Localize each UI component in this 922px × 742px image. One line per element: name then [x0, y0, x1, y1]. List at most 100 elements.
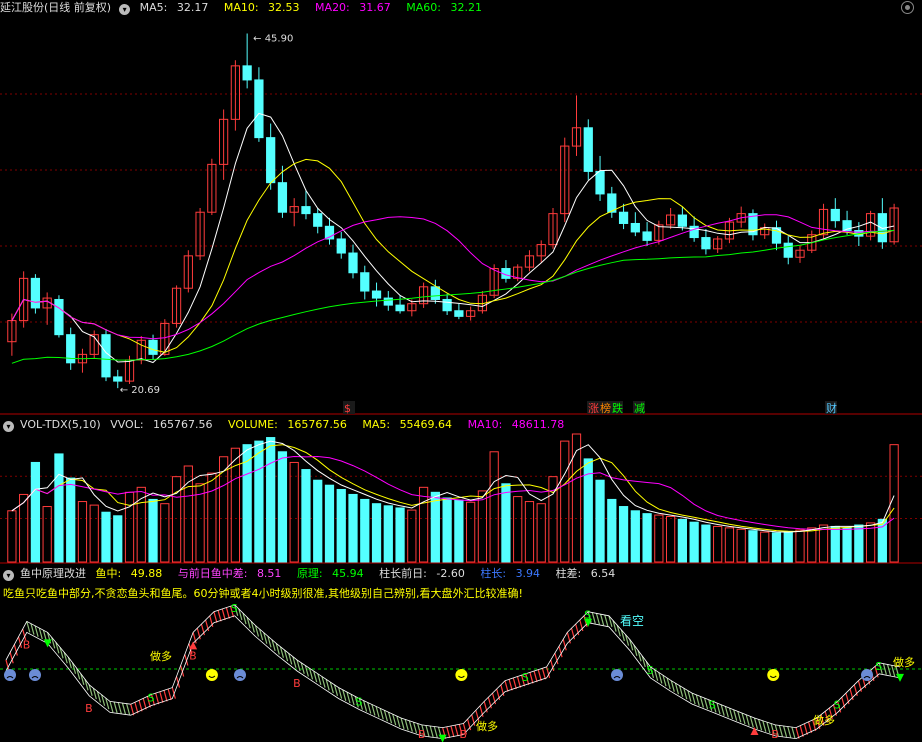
- candle-body: [54, 298, 64, 336]
- candle-body: [442, 298, 452, 312]
- event-marker: 财: [826, 401, 837, 415]
- fish-ribbon-stroke: [749, 716, 754, 728]
- fish-ribbon-stroke: [762, 720, 767, 732]
- ma60-label: MA60:: [406, 1, 441, 14]
- fish-ribbon-stroke: [720, 704, 725, 716]
- chevron-down-icon[interactable]: ▾: [119, 4, 131, 15]
- yuzhong-label: 鱼中:: [95, 567, 122, 580]
- candle-body: [301, 206, 311, 215]
- fish-ribbon-stroke: [745, 714, 750, 726]
- fish-ribbon-stroke: [695, 694, 700, 706]
- volume-bar: [313, 479, 323, 563]
- fish-ribbon-stroke: [155, 692, 160, 705]
- candle-body: [348, 252, 358, 274]
- fish-ribbon-stroke: [741, 712, 746, 725]
- zhuchang-value: 3.94: [515, 567, 541, 580]
- fish-ribbon-stroke: [753, 717, 759, 730]
- fish-ribbon-stroke: [886, 664, 892, 676]
- ma20-line: [11, 214, 895, 340]
- fish-ribbon-stroke: [454, 724, 459, 737]
- fish-lower-line: [5, 615, 901, 740]
- event-marker: 榜: [600, 401, 611, 415]
- low-price-label: ← 20.69: [120, 385, 160, 396]
- sad-face-icon: [29, 669, 41, 681]
- s-signal: S: [231, 602, 238, 615]
- indicator-name: 鱼中原理改进: [20, 567, 86, 580]
- s-signal: S: [148, 692, 155, 705]
- fish-ribbon-stroke: [412, 721, 418, 734]
- zhuchang-prev-label: 柱长前日:: [379, 567, 427, 580]
- volume-bar: [701, 524, 711, 563]
- fish-ribbon-stroke: [699, 696, 704, 708]
- volume-bar: [42, 506, 52, 563]
- volume-bar: [418, 486, 429, 563]
- candle-body: [830, 208, 840, 222]
- volume-bar: [842, 527, 852, 563]
- fish-ribbon-stroke: [371, 704, 376, 716]
- fish-ribbon-stroke: [600, 614, 605, 626]
- volume-bar: [830, 525, 840, 563]
- bearish-label: 看空: [620, 614, 644, 628]
- smiley-icon: [767, 669, 780, 681]
- volume-bar: [30, 461, 41, 563]
- volume-bar: [324, 484, 335, 563]
- ma20-label: MA20:: [315, 1, 350, 14]
- candle-body: [383, 297, 393, 306]
- bullish-label: 做多: [476, 719, 498, 733]
- zhuchang-prev-value: -2.60: [436, 567, 465, 580]
- fish-ribbon-stroke: [404, 719, 409, 731]
- fish-ribbon-stroke: [367, 702, 372, 714]
- volume-bar: [113, 515, 123, 563]
- fish-ribbon-stroke: [724, 706, 729, 718]
- fish-ribbon-stroke: [429, 725, 434, 738]
- vvol-label: VVOL:: [110, 418, 144, 431]
- fish-ribbon-stroke: [159, 691, 164, 703]
- fish-ribbon-stroke: [450, 725, 455, 738]
- volume-bar: [489, 451, 499, 563]
- candle-body: [254, 79, 264, 139]
- candle-body: [360, 272, 370, 292]
- fish-ribbon-stroke: [778, 725, 783, 737]
- volume-label: VOLUME:: [228, 418, 278, 431]
- stock-name: 延江股份(日线 前复权): [0, 1, 112, 14]
- chevron-down-icon[interactable]: ▾: [3, 421, 14, 432]
- vol-ma5-value: 55469.64: [399, 418, 453, 431]
- fish-ribbon-stroke: [142, 698, 147, 710]
- volume-bar: [536, 503, 546, 563]
- volume-bar: [336, 488, 346, 563]
- fish-ribbon-stroke: [791, 726, 796, 739]
- volume-bar: [524, 501, 535, 563]
- chevron-down-icon[interactable]: ▾: [3, 570, 14, 581]
- volume-bar: [854, 524, 864, 563]
- candle-body: [630, 222, 640, 233]
- volume-bar: [630, 510, 640, 563]
- fish-ribbon-stroke: [591, 612, 596, 624]
- candle-body: [277, 182, 288, 213]
- volume-bar: [395, 507, 405, 563]
- candle-body: [113, 376, 123, 382]
- b-signal: B: [85, 702, 93, 715]
- candle-body: [395, 304, 405, 312]
- volume-bar: [254, 440, 264, 563]
- ma10-line: [11, 158, 895, 353]
- fish-ribbon-stroke: [504, 680, 509, 692]
- fish-ribbon-stroke: [782, 725, 788, 738]
- price-panel: ← 45.90 ← 20.69 $ 涨榜跌减 财: [0, 33, 922, 415]
- settings-gear-icon[interactable]: [901, 1, 914, 14]
- fish-ribbon-stroke: [766, 721, 771, 734]
- volume-bar: [430, 491, 440, 563]
- volume-bar: [618, 506, 629, 563]
- candle-body: [371, 290, 382, 299]
- ma20-value: 31.67: [359, 1, 391, 14]
- volume-value: 165767.56: [287, 418, 347, 431]
- volume-bar: [407, 509, 417, 563]
- vol-indicator-name: VOL-TDX(5,10): [20, 418, 101, 431]
- vol-ma10-label: MA10:: [467, 418, 503, 431]
- volume-bar: [501, 483, 511, 563]
- fish-upper-line: [5, 604, 901, 729]
- candle-body: [101, 334, 111, 378]
- fish-ribbon-stroke: [167, 688, 172, 701]
- vvol-value: 165767.56: [153, 418, 213, 431]
- fish-ribbon-stroke: [758, 719, 763, 731]
- volume-bar: [148, 498, 158, 563]
